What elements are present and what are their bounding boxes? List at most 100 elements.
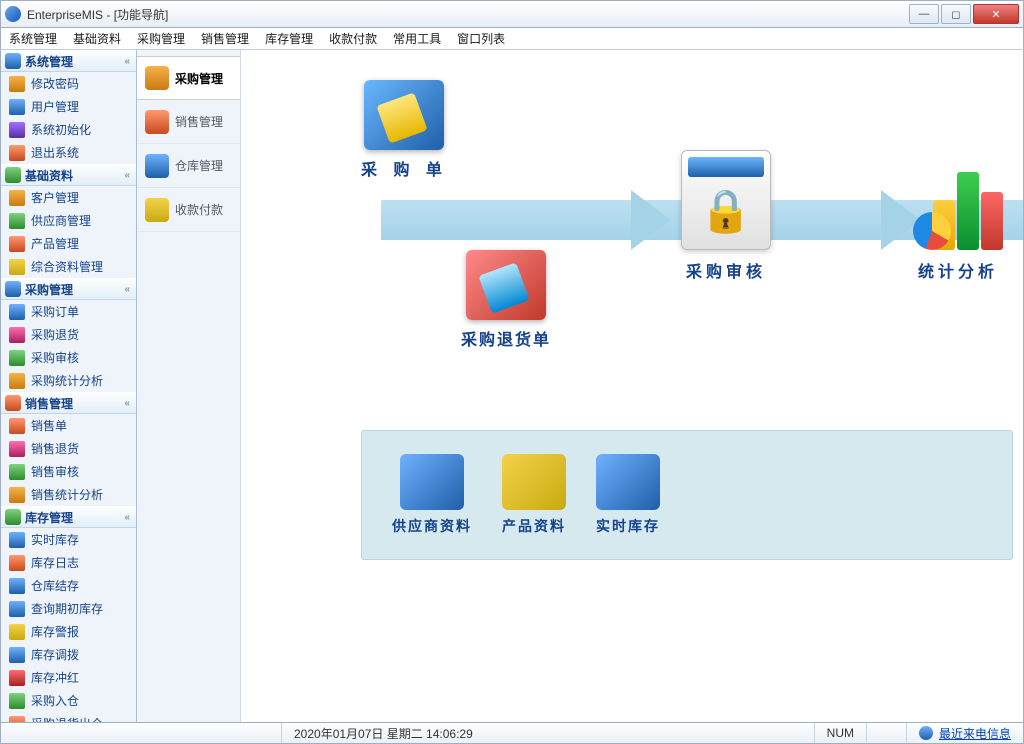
sidebar-item-stock-log[interactable]: 库存日志 [1, 551, 136, 574]
tab-payment[interactable]: 收款付款 [137, 188, 240, 232]
sidebar-item-sales-return[interactable]: 销售退货 [1, 437, 136, 460]
node-purchase-order[interactable]: 采 购 单 [361, 80, 448, 180]
node-purchase-audit[interactable]: 采购审核 [681, 150, 771, 282]
window-title: EnterpriseMIS - [功能导航] [27, 6, 168, 23]
node-purchase-return[interactable]: 采购退货单 [461, 250, 551, 350]
tab-sales[interactable]: 销售管理 [137, 100, 240, 144]
sidebar-item-stock-alarm[interactable]: 库存警报 [1, 620, 136, 643]
chevron-up-icon: « [124, 284, 130, 295]
users-icon [9, 99, 25, 115]
folder-icon [9, 259, 25, 275]
sidebar-group-stock[interactable]: 库存管理 « [1, 506, 136, 528]
sidebar-item-suppliers[interactable]: 供应商管理 [1, 209, 136, 232]
sidebar-item-sales-order[interactable]: 销售单 [1, 414, 136, 437]
sidebar-item-purchase-in[interactable]: 采购入仓 [1, 689, 136, 712]
sidebar-group-label: 基础资料 [25, 167, 73, 184]
folder-blue-icon [596, 454, 660, 510]
sidebar-item-stock-transfer[interactable]: 库存调拨 [1, 643, 136, 666]
key-icon [9, 76, 25, 92]
sidebar-item-initial-stock[interactable]: 查询期初库存 [1, 597, 136, 620]
outbound-icon [9, 716, 25, 723]
menu-stock[interactable]: 库存管理 [257, 28, 321, 49]
arrowhead-icon [631, 190, 671, 250]
sidebar-item-stock-balance[interactable]: 仓库结存 [1, 574, 136, 597]
sidebar-group-basic[interactable]: 基础资料 « [1, 164, 136, 186]
wrench-icon [9, 122, 25, 138]
gauge-icon [9, 532, 25, 548]
supplier-icon [9, 213, 25, 229]
chart-icon [9, 487, 25, 503]
sidebar-item-change-password[interactable]: 修改密码 [1, 72, 136, 95]
chevron-up-icon: « [124, 398, 130, 409]
menu-sales[interactable]: 销售管理 [193, 28, 257, 49]
status-datetime: 2020年01月07日 星期二 14:06:29 [281, 723, 485, 743]
exit-icon [9, 145, 25, 161]
sidebar-item-purchase-stats[interactable]: 采购统计分析 [1, 369, 136, 392]
return-icon [9, 441, 25, 457]
node-stats[interactable]: 统计分析 [913, 160, 1003, 282]
sidebar-item-purchase-return[interactable]: 采购退货 [1, 323, 136, 346]
minimize-button[interactable]: — [909, 4, 939, 24]
box-icon [9, 236, 25, 252]
sidebar-item-purchase-order[interactable]: 采购订单 [1, 300, 136, 323]
tab-warehouse-icon [145, 154, 169, 178]
cash-icon [5, 395, 21, 411]
sidebar-group-purchase[interactable]: 采购管理 « [1, 278, 136, 300]
status-num: NUM [814, 723, 866, 743]
sidebar-item-comprehensive[interactable]: 综合资料管理 [1, 255, 136, 278]
tab-warehouse[interactable]: 仓库管理 [137, 144, 240, 188]
bar-chart-icon [913, 160, 1003, 250]
nav-tabs: 采购管理 销售管理 仓库管理 收款付款 [137, 50, 241, 722]
app-icon [5, 6, 21, 22]
sidebar-item-exit[interactable]: 退出系统 [1, 141, 136, 164]
sidebar-group-label: 销售管理 [25, 395, 73, 412]
quick-links-panel: 供应商资料 产品资料 实时库存 [361, 430, 1013, 560]
chevron-up-icon: « [124, 512, 130, 523]
tab-purchase[interactable]: 采购管理 [137, 56, 240, 100]
content-area: 采 购 单 采购退货单 采购审核 统计分析 供应商资料 [241, 50, 1023, 722]
notes-icon [502, 454, 566, 510]
inbound-icon [9, 693, 25, 709]
sidebar-item-sales-audit[interactable]: 销售审核 [1, 460, 136, 483]
sidebar-item-sales-stats[interactable]: 销售统计分析 [1, 483, 136, 506]
chevron-up-icon: « [124, 170, 130, 181]
balance-icon [9, 578, 25, 594]
menu-purchase[interactable]: 采购管理 [129, 28, 193, 49]
sidebar-item-init[interactable]: 系统初始化 [1, 118, 136, 141]
search-icon [9, 601, 25, 617]
documents-icon [5, 167, 21, 183]
menu-payment[interactable]: 收款付款 [321, 28, 385, 49]
quick-product-info[interactable]: 产品资料 [502, 454, 566, 536]
quick-realtime-stock[interactable]: 实时库存 [596, 454, 660, 536]
sidebar-group-sales[interactable]: 销售管理 « [1, 392, 136, 414]
menu-windows[interactable]: 窗口列表 [449, 28, 513, 49]
sidebar-item-purchase-return-out[interactable]: 采购退货出仓 [1, 712, 136, 722]
close-button[interactable]: ✕ [973, 4, 1019, 24]
sidebar-item-stock-reverse[interactable]: 库存冲红 [1, 666, 136, 689]
chart-icon [9, 373, 25, 389]
sidebar-item-realtime-stock[interactable]: 实时库存 [1, 528, 136, 551]
quick-supplier-info[interactable]: 供应商资料 [392, 454, 472, 536]
cart-icon [5, 281, 21, 297]
menu-bar: 系统管理 基础资料 采购管理 销售管理 库存管理 收款付款 常用工具 窗口列表 [0, 28, 1024, 50]
tab-payment-icon [145, 198, 169, 222]
log-icon [9, 555, 25, 571]
status-recent-calls[interactable]: 最近来电信息 [906, 723, 1023, 743]
node-label: 采 购 单 [361, 156, 448, 180]
sidebar-item-purchase-audit[interactable]: 采购审核 [1, 346, 136, 369]
sidebar-item-customers[interactable]: 客户管理 [1, 186, 136, 209]
menu-basic[interactable]: 基础资料 [65, 28, 129, 49]
document-icon [9, 418, 25, 434]
gear-icon [5, 53, 21, 69]
customer-icon [9, 190, 25, 206]
warning-icon [9, 624, 25, 640]
title-bar: EnterpriseMIS - [功能导航] — ◻ ✕ [0, 0, 1024, 28]
maximize-button[interactable]: ◻ [941, 4, 971, 24]
sidebar-item-users[interactable]: 用户管理 [1, 95, 136, 118]
sidebar-item-products[interactable]: 产品管理 [1, 232, 136, 255]
menu-tools[interactable]: 常用工具 [385, 28, 449, 49]
folder-blue-icon [364, 80, 444, 150]
sidebar-group-label: 采购管理 [25, 281, 73, 298]
menu-system[interactable]: 系统管理 [1, 28, 65, 49]
sidebar-group-system[interactable]: 系统管理 « [1, 50, 136, 72]
